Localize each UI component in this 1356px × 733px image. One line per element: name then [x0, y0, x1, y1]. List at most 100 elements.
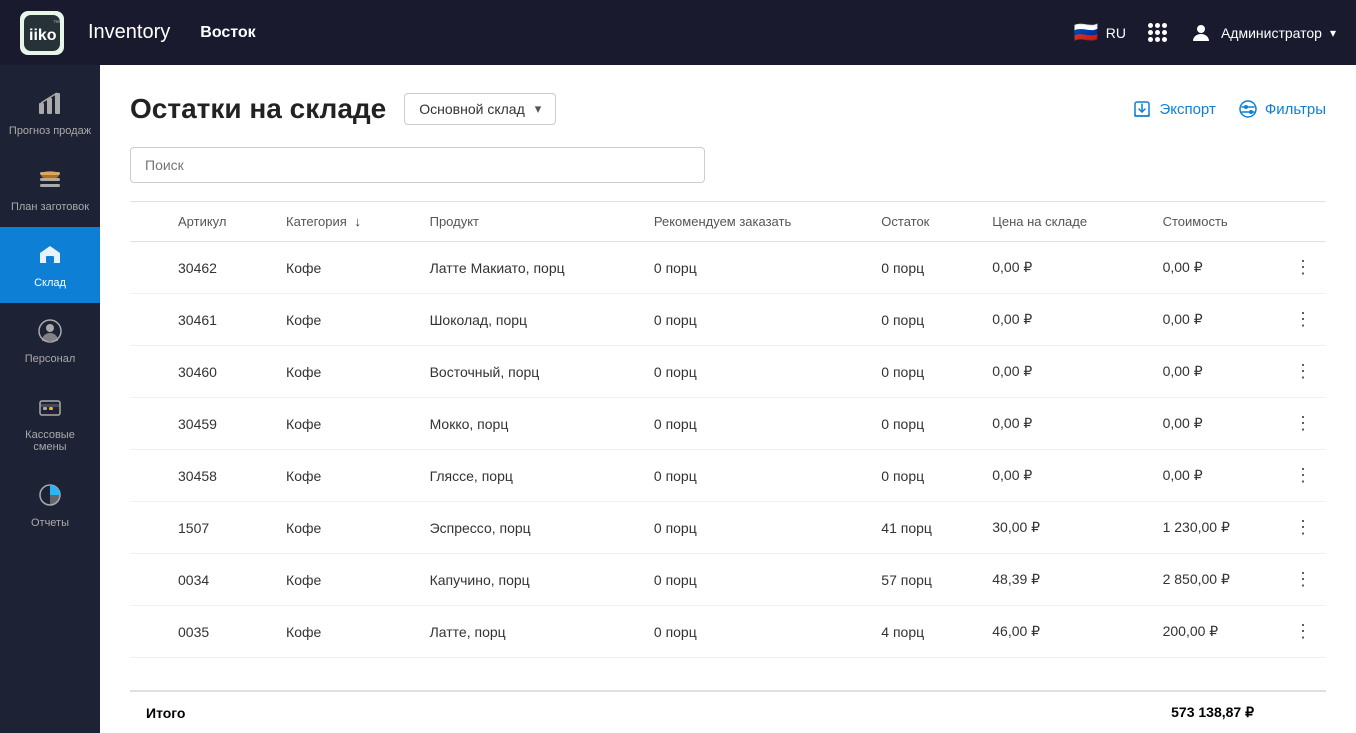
table-header: Артикул Категория ↓ Продукт Рекомендуем … — [130, 202, 1326, 242]
dropdown-chevron-icon: ▾ — [535, 101, 542, 117]
row-actions[interactable]: ⋮ — [1280, 346, 1326, 398]
row-menu-button[interactable]: ⋮ — [1288, 463, 1318, 488]
row-product: Капучино, порц — [414, 554, 638, 606]
row-price: 0,00 ₽ — [976, 294, 1146, 346]
total-label: Итого — [146, 705, 1171, 721]
row-price: 0,00 ₽ — [976, 346, 1146, 398]
row-category: Кофе — [270, 294, 414, 346]
person-circle-icon — [36, 317, 64, 348]
sidebar-item-cashier[interactable]: Кассовые смены — [0, 379, 100, 467]
row-stock: 0 порц — [865, 242, 976, 294]
row-product: Латте, порц — [414, 606, 638, 658]
row-actions[interactable]: ⋮ — [1280, 502, 1326, 554]
row-index — [130, 294, 162, 346]
export-label: Экспорт — [1159, 101, 1215, 118]
total-value: 573 138,87 ₽ — [1171, 704, 1254, 721]
row-category: Кофе — [270, 502, 414, 554]
sidebar-item-reports[interactable]: Отчеты — [0, 467, 100, 543]
filter-icon — [1238, 99, 1258, 119]
row-article: 0035 — [162, 606, 270, 658]
row-index — [130, 606, 162, 658]
row-recommend: 0 порц — [638, 450, 865, 502]
row-index — [130, 450, 162, 502]
export-icon — [1132, 99, 1152, 119]
row-actions[interactable]: ⋮ — [1280, 242, 1326, 294]
row-menu-button[interactable]: ⋮ — [1288, 359, 1318, 384]
table-row: 30462 Кофе Латте Макиато, порц 0 порц 0 … — [130, 242, 1326, 294]
sort-down-icon: ↓ — [354, 214, 361, 229]
row-recommend: 0 порц — [638, 502, 865, 554]
row-product: Гляссе, порц — [414, 450, 638, 502]
table-row: 30459 Кофе Мокко, порц 0 порц 0 порц 0,0… — [130, 398, 1326, 450]
app-title: Inventory — [88, 21, 170, 44]
col-stock-h: Остаток — [865, 202, 976, 242]
row-recommend: 0 порц — [638, 398, 865, 450]
sidebar-item-forecast[interactable]: Прогноз продаж — [0, 75, 100, 151]
row-menu-button[interactable]: ⋮ — [1288, 307, 1318, 332]
svg-text:iiko: iiko — [29, 27, 57, 44]
table-row: 0034 Кофе Капучино, порц 0 порц 57 порц … — [130, 554, 1326, 606]
user-menu[interactable]: Администратор ▾ — [1189, 21, 1336, 45]
row-stock: 57 порц — [865, 554, 976, 606]
row-menu-button[interactable]: ⋮ — [1288, 255, 1318, 280]
row-category: Кофе — [270, 554, 414, 606]
row-menu-button[interactable]: ⋮ — [1288, 411, 1318, 436]
warehouse-dropdown[interactable]: Основной склад ▾ — [404, 93, 556, 125]
filter-button[interactable]: Фильтры — [1238, 99, 1326, 119]
row-category: Кофе — [270, 606, 414, 658]
row-actions[interactable]: ⋮ — [1280, 398, 1326, 450]
row-actions[interactable]: ⋮ — [1280, 450, 1326, 502]
row-price: 0,00 ₽ — [976, 398, 1146, 450]
row-stock: 0 порц — [865, 398, 976, 450]
col-price-h: Цена на складе — [976, 202, 1146, 242]
row-actions[interactable]: ⋮ — [1280, 554, 1326, 606]
row-menu-button[interactable]: ⋮ — [1288, 515, 1318, 540]
row-price: 46,00 ₽ — [976, 606, 1146, 658]
table-footer: Итого 573 138,87 ₽ — [130, 690, 1326, 733]
row-product: Эспрессо, порц — [414, 502, 638, 554]
row-product: Мокко, порц — [414, 398, 638, 450]
sidebar-item-prep[interactable]: План заготовок — [0, 151, 100, 227]
row-stock: 0 порц — [865, 294, 976, 346]
sidebar-label-forecast: Прогноз продаж — [9, 125, 91, 137]
row-actions[interactable]: ⋮ — [1280, 294, 1326, 346]
user-avatar-icon — [1189, 21, 1213, 45]
sidebar-label-reports: Отчеты — [31, 517, 69, 529]
language-selector[interactable]: 🇷🇺 RU — [1074, 20, 1126, 45]
search-bar — [130, 147, 1326, 183]
svg-text:™: ™ — [53, 20, 60, 27]
row-category: Кофе — [270, 450, 414, 502]
row-actions[interactable]: ⋮ — [1280, 606, 1326, 658]
sidebar-label-staff: Персонал — [25, 353, 76, 365]
row-stock: 0 порц — [865, 450, 976, 502]
location-label: Восток — [200, 24, 1074, 42]
row-index — [130, 398, 162, 450]
col-category-h[interactable]: Категория ↓ — [270, 202, 414, 242]
search-input[interactable] — [130, 147, 705, 183]
table-row: 0035 Кофе Латте, порц 0 порц 4 порц 46,0… — [130, 606, 1326, 658]
row-recommend: 0 порц — [638, 294, 865, 346]
row-stock: 4 порц — [865, 606, 976, 658]
row-cost: 200,00 ₽ — [1147, 606, 1280, 658]
sidebar-item-staff[interactable]: Персонал — [0, 303, 100, 379]
row-article: 1507 — [162, 502, 270, 554]
row-product: Латте Макиато, порц — [414, 242, 638, 294]
table-container: Артикул Категория ↓ Продукт Рекомендуем … — [130, 201, 1326, 690]
sidebar-label-warehouse: Склад — [34, 277, 66, 289]
sidebar-item-warehouse[interactable]: Склад — [0, 227, 100, 303]
row-price: 48,39 ₽ — [976, 554, 1146, 606]
row-category: Кофе — [270, 398, 414, 450]
row-menu-button[interactable]: ⋮ — [1288, 567, 1318, 592]
row-article: 0034 — [162, 554, 270, 606]
warehouse-dropdown-label: Основной склад — [419, 101, 524, 117]
apps-grid-button[interactable] — [1144, 19, 1171, 46]
row-cost: 1 230,00 ₽ — [1147, 502, 1280, 554]
row-article: 30459 — [162, 398, 270, 450]
row-menu-button[interactable]: ⋮ — [1288, 619, 1318, 644]
row-article: 30458 — [162, 450, 270, 502]
export-button[interactable]: Экспорт — [1132, 99, 1215, 119]
row-recommend: 0 порц — [638, 606, 865, 658]
user-chevron-icon: ▾ — [1330, 26, 1336, 40]
row-cost: 0,00 ₽ — [1147, 346, 1280, 398]
col-product-h: Продукт — [414, 202, 638, 242]
